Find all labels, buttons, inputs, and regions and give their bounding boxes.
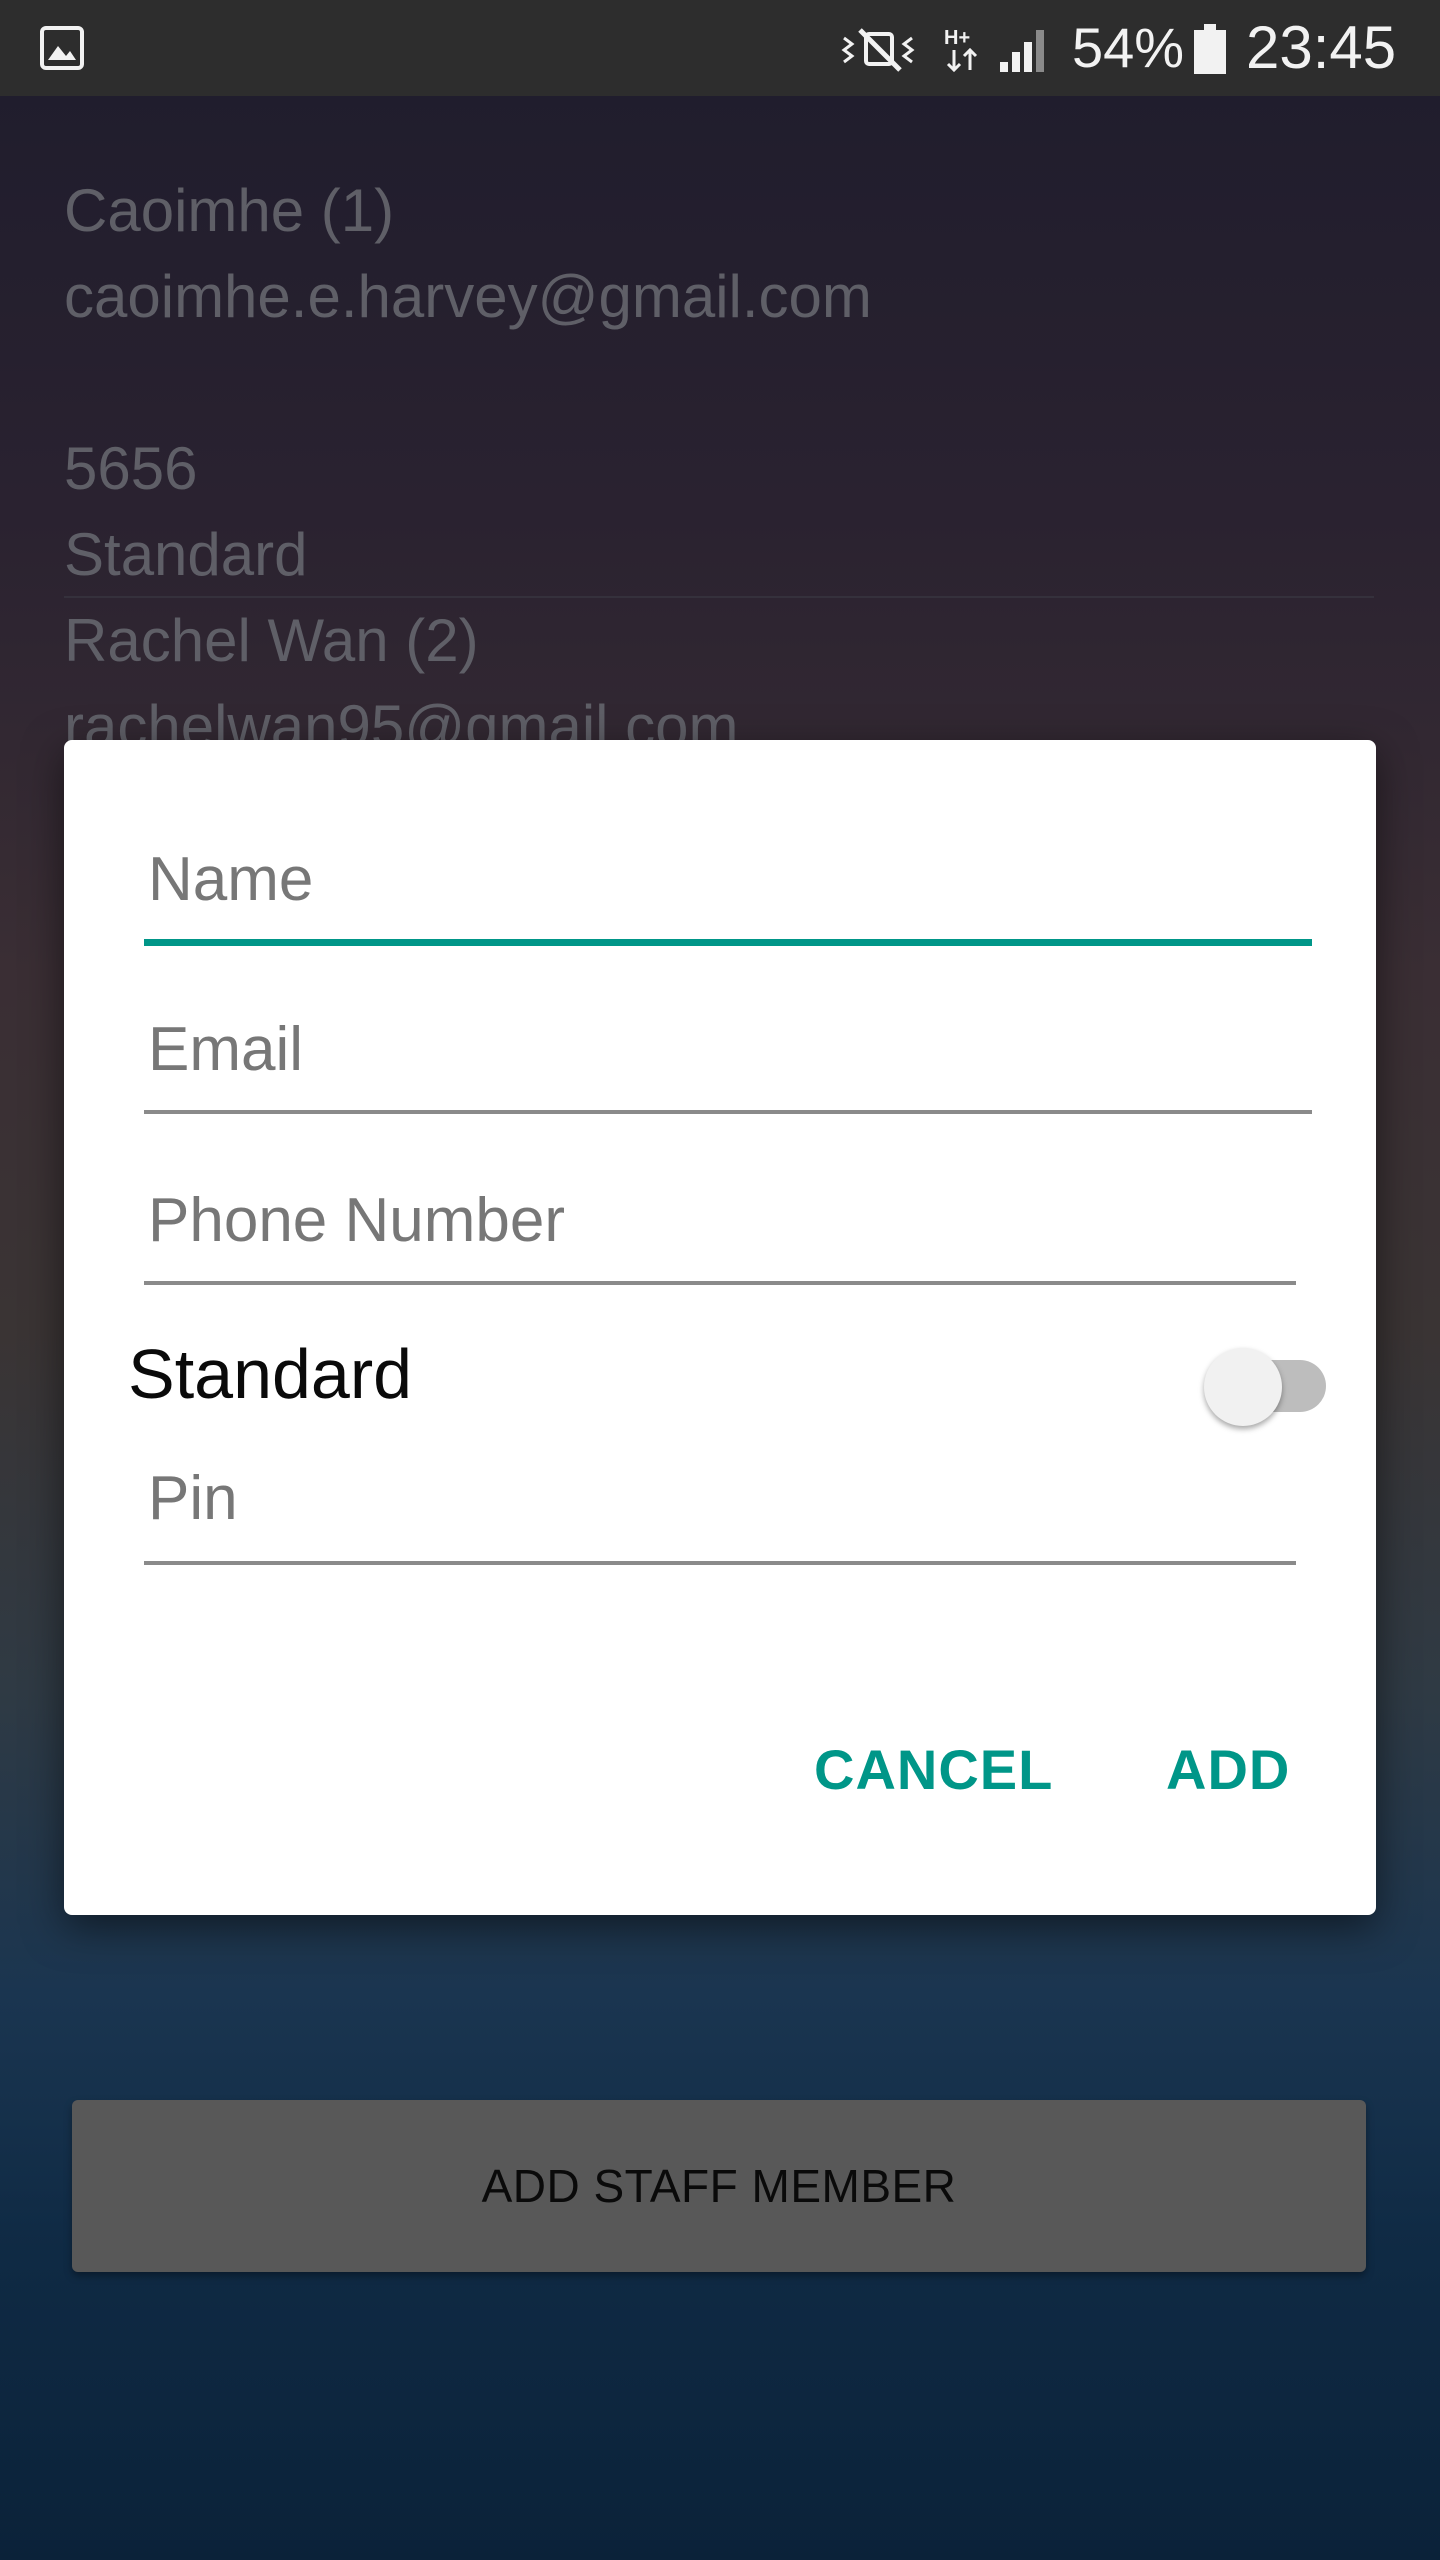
app-screen: H+ 54% 23:45 Caoimhe (1) caoimhe.e.harve… [0, 0, 1440, 2560]
gallery-icon [40, 26, 84, 70]
clock: 23:45 [1246, 14, 1397, 81]
mute-icon [841, 28, 915, 72]
staff-list: Caoimhe (1) caoimhe.e.harvey@gmail.com 5… [64, 168, 1374, 770]
staff-email: caoimhe.e.harvey@gmail.com [64, 263, 872, 330]
staff-role: Standard [64, 521, 308, 588]
phone-underline [144, 1281, 1296, 1285]
email-field[interactable]: Email [144, 1010, 1312, 1114]
name-underline [144, 939, 1312, 946]
phone-placeholder: Phone Number [148, 1186, 566, 1255]
name-field[interactable]: Name [144, 840, 1312, 946]
staff-name: Rachel Wan (2) [64, 607, 479, 674]
add-staff-dialog: Name Email Phone Number Standard Pin CAN… [64, 740, 1376, 1915]
signal-icon [1000, 30, 1044, 72]
standard-toggle[interactable] [1198, 1334, 1338, 1426]
staff-name: Caoimhe (1) [64, 177, 395, 244]
pin-field[interactable]: Pin [144, 1459, 1296, 1565]
pin-placeholder: Pin [148, 1464, 238, 1533]
email-placeholder: Email [148, 1015, 304, 1084]
add-button[interactable]: ADD [1156, 1720, 1300, 1820]
battery-percent: 54% [1072, 16, 1185, 79]
name-placeholder: Name [148, 845, 314, 914]
network-hplus-icon: H+ [944, 27, 978, 73]
email-underline [144, 1110, 1312, 1114]
status-bar: H+ 54% 23:45 [0, 0, 1440, 96]
phone-number-field[interactable]: Phone Number [144, 1181, 1296, 1285]
pin-underline [144, 1561, 1296, 1565]
standard-label: Standard [128, 1335, 413, 1413]
add-staff-member-button[interactable]: ADD STAFF MEMBER [72, 2100, 1366, 2272]
staff-pin: 5656 [64, 435, 198, 502]
standard-row: Standard [128, 1320, 1328, 1430]
list-divider [64, 596, 1374, 598]
battery-icon [1194, 24, 1226, 74]
cancel-button[interactable]: CANCEL [804, 1720, 1063, 1820]
svg-text:H+: H+ [944, 27, 970, 49]
toggle-thumb [1204, 1348, 1282, 1426]
